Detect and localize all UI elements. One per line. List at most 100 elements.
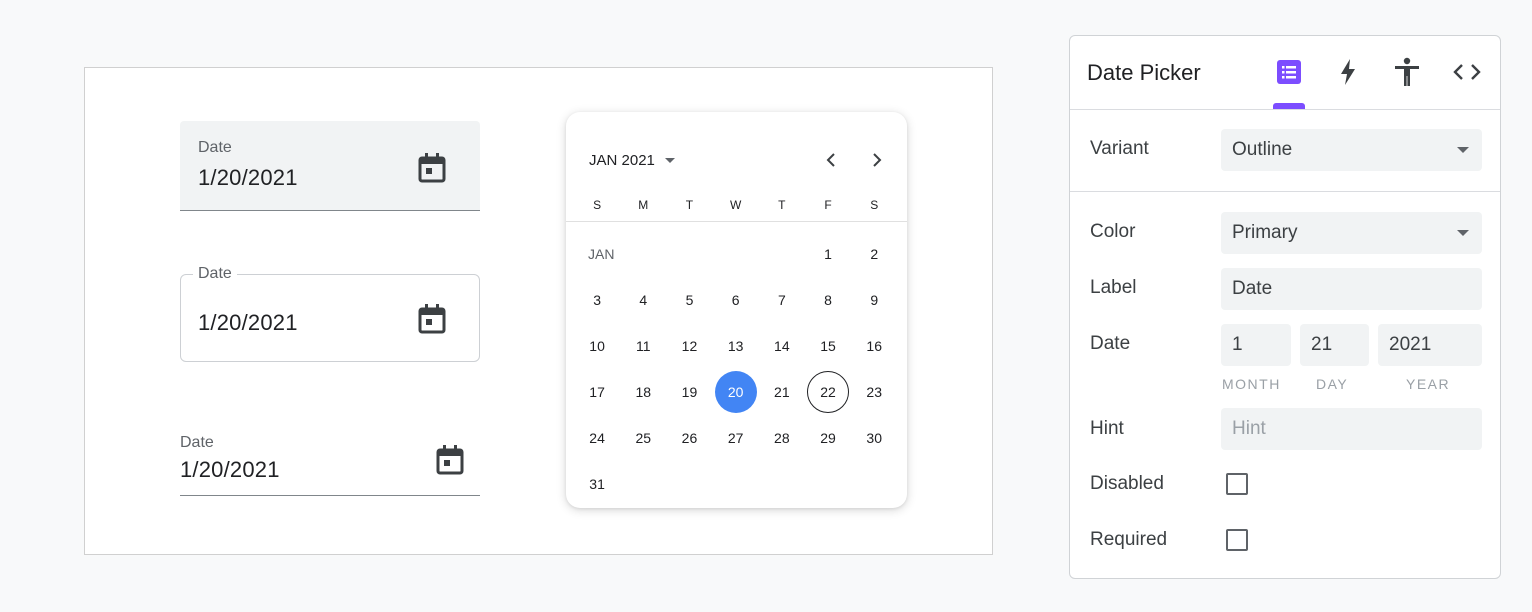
- day-cell[interactable]: 11: [620, 323, 666, 369]
- weekday-label: F: [824, 198, 832, 212]
- month-input[interactable]: 1: [1221, 324, 1291, 366]
- day-cell[interactable]: 2: [851, 231, 897, 277]
- day-cell[interactable]: 21: [759, 369, 805, 415]
- day-cell[interactable]: 29: [805, 415, 851, 461]
- color-value: Primary: [1232, 222, 1298, 243]
- day-cell[interactable]: 18: [620, 369, 666, 415]
- day-number: 1: [824, 246, 832, 262]
- date-field-outline[interactable]: Date 1/20/2021: [180, 265, 480, 362]
- year-caption: YEAR: [1406, 376, 1451, 392]
- day-number: 21: [774, 384, 790, 400]
- day-cell[interactable]: 9: [851, 277, 897, 323]
- day-cell[interactable]: 17: [574, 369, 620, 415]
- tab-code[interactable]: [1451, 56, 1483, 88]
- calendar-icon[interactable]: [435, 444, 465, 476]
- tab-events[interactable]: [1332, 56, 1364, 88]
- day-number: 4: [639, 292, 648, 308]
- day-cell[interactable]: 6: [713, 277, 759, 323]
- tab-accessibility[interactable]: [1391, 56, 1423, 88]
- day-number: 13: [727, 338, 744, 354]
- chevron-down-icon: [1457, 147, 1469, 153]
- day-cell-today[interactable]: 22: [805, 369, 851, 415]
- variant-select[interactable]: Outline: [1221, 129, 1482, 171]
- day-input[interactable]: 21: [1300, 324, 1369, 366]
- day-cell[interactable]: 4: [620, 277, 666, 323]
- week-row: 17 18 19 20 21 22 23: [574, 369, 898, 415]
- variant-value: Outline: [1232, 139, 1293, 160]
- day-cell[interactable]: 15: [805, 323, 851, 369]
- day-number: 30: [866, 430, 882, 446]
- day-cell[interactable]: 14: [759, 323, 805, 369]
- day-cell[interactable]: 13: [713, 323, 759, 369]
- day-cell[interactable]: 7: [759, 277, 805, 323]
- dropdown-arrow-icon: [664, 157, 675, 163]
- day-number: 12: [681, 338, 698, 354]
- year-value: 2021: [1389, 334, 1432, 355]
- variant-label: Variant: [1090, 138, 1149, 159]
- chevron-right-icon: [873, 153, 882, 167]
- day-cell[interactable]: 31: [574, 461, 620, 507]
- chevron-down-icon: [1457, 230, 1469, 236]
- day-number: 15: [820, 338, 836, 354]
- day-cell[interactable]: 5: [666, 277, 712, 323]
- required-label: Required: [1090, 529, 1168, 550]
- day-number: 8: [824, 292, 832, 308]
- week-row: 10 11 12 13 14 15 16: [574, 323, 898, 369]
- hint-placeholder: Hint: [1232, 418, 1266, 439]
- date-field-label: Date: [180, 434, 214, 451]
- day-cell[interactable]: 16: [851, 323, 897, 369]
- tab-properties[interactable]: [1273, 56, 1305, 88]
- divider: [1070, 191, 1500, 192]
- day-cell[interactable]: 26: [666, 415, 712, 461]
- date-field-standard[interactable]: Date 1/20/2021: [180, 432, 480, 496]
- month-year-selector[interactable]: JAN 2021: [589, 148, 675, 172]
- next-month-button[interactable]: [865, 148, 889, 172]
- day-cell[interactable]: 3: [574, 277, 620, 323]
- day-cell-selected[interactable]: 20: [713, 369, 759, 415]
- empty-cell: [713, 231, 759, 277]
- day-cell[interactable]: 23: [851, 369, 897, 415]
- day-number: 2: [870, 246, 879, 262]
- calendar-icon[interactable]: [417, 152, 447, 184]
- calendar-popup: JAN 2021 S M T W T F S JAN 1 2 3 4 5 6 7…: [566, 112, 907, 508]
- day-number: 3: [593, 292, 601, 308]
- bolt-icon: [1341, 59, 1355, 85]
- day-cell[interactable]: 28: [759, 415, 805, 461]
- empty-cell: [759, 231, 805, 277]
- day-cell[interactable]: 19: [666, 369, 712, 415]
- day-cell[interactable]: 30: [851, 415, 897, 461]
- day-number: 31: [589, 476, 605, 492]
- day-number: 6: [731, 292, 740, 308]
- date-field-filled[interactable]: Date 1/20/2021: [180, 121, 480, 211]
- day-cell[interactable]: 8: [805, 277, 851, 323]
- day-cell[interactable]: 24: [574, 415, 620, 461]
- day-cell[interactable]: 12: [666, 323, 712, 369]
- year-input[interactable]: 2021: [1378, 324, 1482, 366]
- date-field-label: Date: [193, 265, 237, 283]
- day-number: 7: [777, 292, 786, 308]
- day-number: 5: [685, 292, 694, 308]
- date-field-value: 1/20/2021: [180, 457, 280, 482]
- day-number: 10: [589, 338, 605, 354]
- day-cell[interactable]: 27: [713, 415, 759, 461]
- color-label: Color: [1090, 221, 1136, 242]
- weekday-label: T: [778, 198, 786, 212]
- divider: [1070, 109, 1500, 110]
- calendar-icon[interactable]: [417, 303, 447, 335]
- divider: [566, 221, 907, 222]
- previous-month-button[interactable]: [819, 148, 843, 172]
- day-number: 29: [820, 430, 836, 446]
- week-row: JAN 1 2: [574, 231, 898, 277]
- weekday-header: S M T W T F S: [574, 198, 897, 212]
- day-cell[interactable]: 10: [574, 323, 620, 369]
- day-cell[interactable]: 1: [805, 231, 851, 277]
- required-checkbox[interactable]: [1226, 529, 1248, 551]
- day-cell[interactable]: 25: [620, 415, 666, 461]
- hint-input[interactable]: Hint: [1221, 408, 1482, 450]
- date-field-value: 1/20/2021: [198, 310, 298, 335]
- month-label: JAN: [588, 246, 615, 262]
- color-select[interactable]: Primary: [1221, 212, 1482, 254]
- disabled-checkbox[interactable]: [1226, 473, 1248, 495]
- hint-label: Hint: [1090, 418, 1124, 439]
- label-input[interactable]: Date: [1221, 268, 1482, 310]
